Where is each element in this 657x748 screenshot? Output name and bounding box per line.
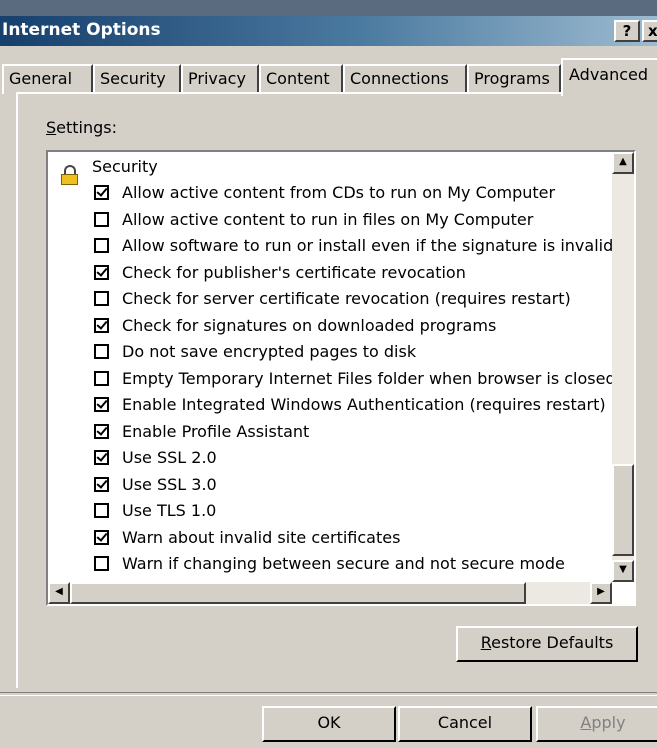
setting-label: Allow software to run or install even if…	[122, 236, 614, 255]
setting-label: Enable Integrated Windows Authentication…	[122, 395, 606, 414]
restore-defaults-label: estore Defaults	[491, 633, 614, 652]
setting-checkbox[interactable]	[94, 556, 109, 571]
setting-checkbox[interactable]	[94, 317, 109, 333]
setting-label: Use TLS 1.0	[122, 501, 217, 520]
internet-options-dialog: Internet Options ? x General Security Pr…	[0, 0, 657, 748]
background-window-strip	[0, 0, 657, 16]
restore-defaults-button[interactable]: Restore Defaults	[456, 626, 638, 662]
tab-connections[interactable]: Connections	[343, 64, 467, 94]
setting-checkbox[interactable]	[94, 423, 109, 439]
setting-label: Warn if changing between secure and not …	[122, 554, 565, 573]
scroll-down-button[interactable]: ▼	[612, 560, 634, 582]
setting-checkbox[interactable]	[94, 529, 109, 545]
setting-label: Allow active content from CDs to run on …	[122, 183, 556, 202]
cancel-button[interactable]: Cancel	[398, 706, 532, 742]
security-group-label: Security	[92, 157, 158, 176]
close-button[interactable]: x	[642, 20, 657, 42]
tab-general[interactable]: General	[2, 64, 93, 94]
setting-label: Check for signatures on downloaded progr…	[122, 315, 497, 335]
setting-label: Empty Temporary Internet Files folder wh…	[122, 368, 616, 388]
settings-label-accelerator: S	[46, 118, 57, 137]
apply-label: pply	[591, 713, 626, 732]
tab-strip: General Security Privacy Content Connect…	[0, 58, 657, 96]
setting-checkbox[interactable]	[94, 503, 109, 518]
tab-privacy[interactable]: Privacy	[181, 64, 259, 94]
ok-button[interactable]: OK	[262, 706, 396, 742]
scroll-left-button[interactable]: ◀	[48, 582, 70, 604]
setting-checkbox[interactable]	[94, 211, 109, 227]
setting-label: Check for publisher's certificate revoca…	[122, 262, 466, 282]
setting-checkbox[interactable]	[94, 450, 109, 465]
setting-checkbox[interactable]	[94, 344, 109, 359]
setting-label: Enable Profile Assistant	[122, 421, 310, 441]
setting-label: Do not save encrypted pages to disk	[122, 342, 417, 361]
setting-checkbox[interactable]	[94, 291, 109, 306]
setting-checkbox[interactable]	[94, 264, 109, 280]
vertical-scrollbar[interactable]: ▲ ▼	[612, 152, 634, 582]
scroll-right-button[interactable]: ▶	[590, 582, 612, 604]
apply-button[interactable]: Apply	[536, 706, 657, 742]
setting-checkbox[interactable]	[94, 370, 109, 386]
setting-checkbox[interactable]	[94, 238, 109, 253]
vertical-scroll-thumb[interactable]	[612, 464, 634, 556]
setting-label: Check for server certificate revocation …	[122, 289, 571, 308]
setting-checkbox[interactable]	[94, 185, 109, 200]
horizontal-scroll-thumb[interactable]	[70, 582, 526, 604]
restore-defaults-accelerator: R	[480, 633, 492, 652]
tab-security[interactable]: Security	[93, 64, 181, 94]
tab-advanced[interactable]: Advanced	[561, 58, 657, 96]
settings-tree[interactable]: Security Allow active content from CDs t…	[46, 150, 636, 606]
setting-label: Use SSL 3.0	[122, 474, 217, 494]
horizontal-scrollbar[interactable]: ◀ ▶	[48, 582, 612, 604]
tab-programs[interactable]: Programs	[467, 64, 561, 94]
settings-label-text: ettings:	[56, 118, 118, 137]
settings-label: Settings:	[46, 118, 117, 137]
apply-accelerator: A	[580, 713, 592, 732]
help-button[interactable]: ?	[614, 20, 640, 42]
setting-label: Warn about invalid site certificates	[122, 527, 401, 547]
window-title: Internet Options	[2, 20, 161, 40]
footer-separator	[0, 692, 657, 696]
setting-checkbox[interactable]	[94, 397, 109, 412]
tab-content[interactable]: Content	[259, 64, 343, 94]
setting-label: Allow active content to run in files on …	[122, 209, 534, 229]
setting-checkbox[interactable]	[94, 476, 109, 492]
lock-icon	[61, 165, 78, 185]
title-bar[interactable]: Internet Options ? x	[0, 16, 657, 46]
setting-label: Use SSL 2.0	[122, 448, 217, 467]
scroll-up-button[interactable]: ▲	[612, 152, 634, 174]
